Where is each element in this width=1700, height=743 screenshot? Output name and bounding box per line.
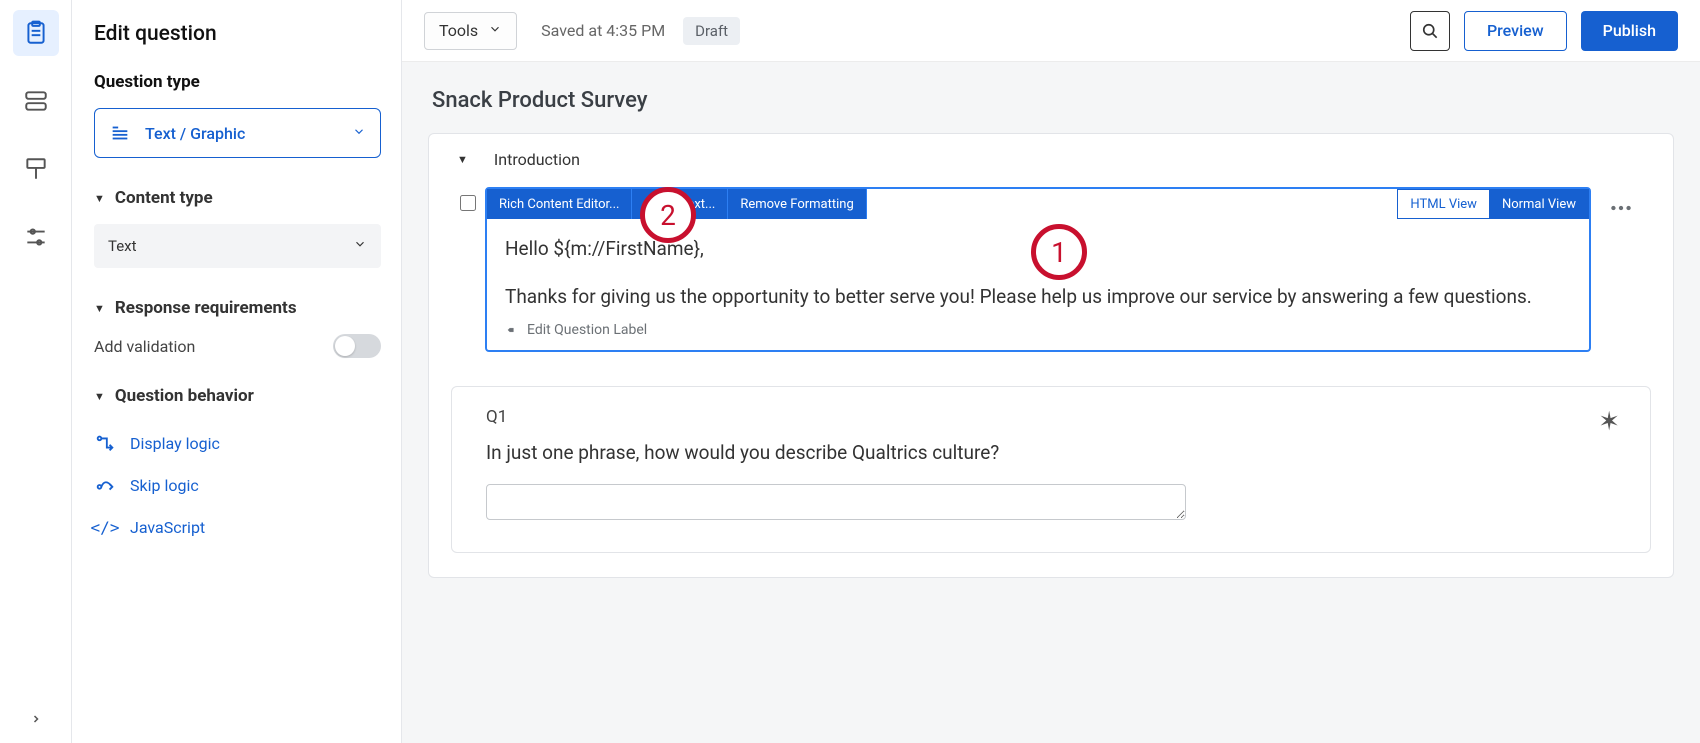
panel-title: Edit question	[94, 22, 381, 46]
question-type-select[interactable]: Text / Graphic	[94, 108, 381, 158]
survey-title: Snack Product Survey	[432, 88, 1674, 113]
question-text-editor[interactable]: Hello ${m://FirstName}, Thanks for givin…	[487, 219, 1589, 350]
draft-badge: Draft	[683, 17, 740, 45]
canvas: Snack Product Survey ▼ Introduction Rich…	[402, 62, 1700, 743]
selected-question[interactable]: Rich Content Editor... Piped Text... Rem…	[485, 187, 1591, 352]
rail-item-survey[interactable]	[13, 10, 59, 56]
question-card-q1[interactable]: Q1 In just one phrase, how would you des…	[451, 386, 1651, 553]
response-requirements-heading[interactable]: ▼ Response requirements	[94, 298, 381, 318]
content-type-heading[interactable]: ▼ Content type	[94, 188, 381, 208]
remove-formatting-button[interactable]: Remove Formatting	[728, 189, 866, 219]
question-behavior-heading[interactable]: ▼ Question behavior	[94, 386, 381, 406]
question-block: ▼ Introduction Rich Content Editor... Pi…	[428, 133, 1674, 578]
search-button[interactable]	[1410, 11, 1450, 51]
caret-down-icon: ▼	[94, 302, 105, 315]
editor-line: Hello ${m://FirstName},	[505, 235, 1571, 263]
question-actions-menu[interactable]	[1591, 187, 1651, 221]
edit-question-label[interactable]: Edit Question Label	[505, 322, 1571, 338]
chevron-down-icon	[488, 21, 502, 40]
javascript-action[interactable]: </> JavaScript	[94, 506, 381, 548]
add-validation-label: Add validation	[94, 337, 195, 356]
rail-collapse[interactable]	[0, 713, 71, 725]
caret-down-icon: ▼	[94, 390, 105, 403]
rail-item-look-feel[interactable]	[13, 146, 59, 192]
question-select-checkbox[interactable]	[460, 195, 476, 211]
caret-down-icon: ▼	[457, 153, 468, 166]
topbar: Tools Saved at 4:35 PM Draft Preview Pub…	[402, 0, 1700, 62]
content-type-select[interactable]: Text	[94, 224, 381, 268]
content-type-value: Text	[108, 237, 137, 255]
question-type-value: Text / Graphic	[145, 124, 245, 143]
nav-rail	[0, 0, 72, 743]
display-logic-action[interactable]: Display logic	[94, 422, 381, 464]
normal-view-button[interactable]: Normal View	[1490, 189, 1589, 219]
editor-line: Thanks for giving us the opportunity to …	[505, 283, 1571, 311]
preview-button[interactable]: Preview	[1464, 11, 1567, 51]
edit-panel: Edit question Question type Text / Graph…	[72, 0, 402, 743]
publish-button[interactable]: Publish	[1581, 11, 1678, 51]
text-graphic-icon	[109, 122, 131, 144]
caret-down-icon: ▼	[94, 192, 105, 205]
rail-item-workflows[interactable]	[13, 78, 59, 124]
question-response-input[interactable]	[486, 484, 1186, 520]
editor-toolbar: Rich Content Editor... Piped Text... Rem…	[487, 189, 1589, 219]
chevron-down-icon	[353, 237, 367, 255]
html-view-button[interactable]: HTML View	[1397, 189, 1490, 219]
rich-content-editor-button[interactable]: Rich Content Editor...	[487, 189, 632, 219]
add-validation-toggle[interactable]	[333, 334, 381, 358]
question-text: In just one phrase, how would you descri…	[486, 441, 1616, 464]
required-star-icon: ✶	[1598, 407, 1620, 437]
rail-item-options[interactable]	[13, 214, 59, 260]
code-icon: </>	[94, 516, 116, 538]
block-header[interactable]: ▼ Introduction	[451, 150, 1651, 169]
tools-dropdown[interactable]: Tools	[424, 12, 517, 50]
skip-logic-action[interactable]: Skip logic	[94, 464, 381, 506]
main-area: Tools Saved at 4:35 PM Draft Preview Pub…	[402, 0, 1700, 743]
piped-text-button[interactable]: Piped Text...	[632, 189, 728, 219]
question-number: Q1	[486, 407, 1616, 427]
saved-label: Saved at 4:35 PM	[541, 21, 665, 40]
question-type-heading: Question type	[94, 72, 381, 92]
chevron-down-icon	[352, 124, 366, 143]
block-name: Introduction	[494, 150, 580, 169]
